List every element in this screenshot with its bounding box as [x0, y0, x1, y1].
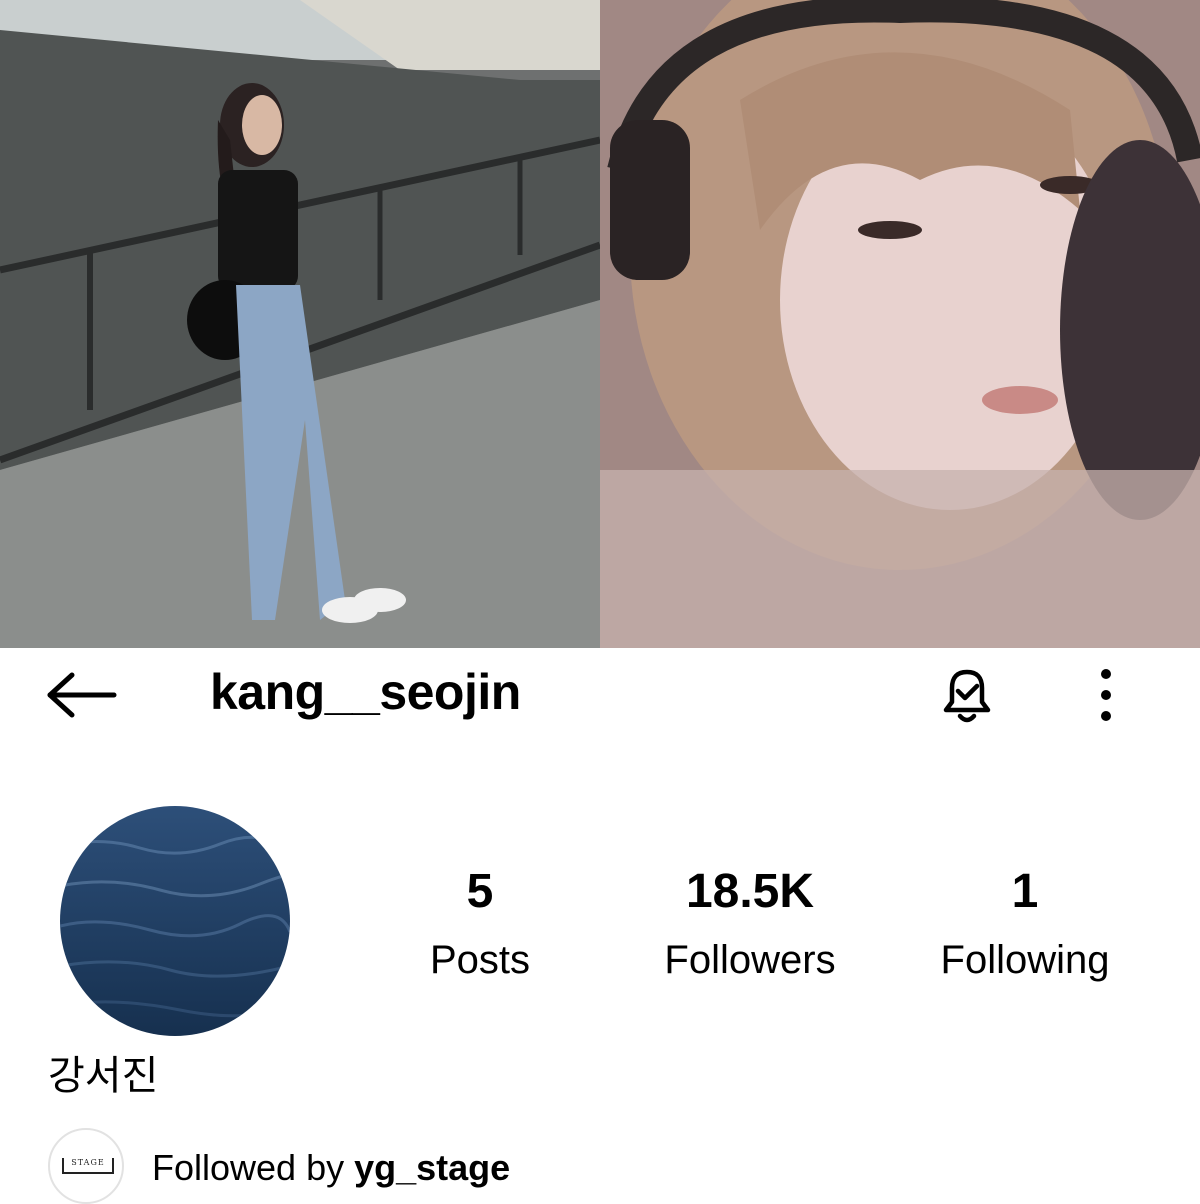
following-count: 1 [1011, 865, 1039, 918]
following-count-stat[interactable]: 1 Following [910, 862, 1140, 988]
post-photo-wall[interactable] [0, 0, 600, 648]
ocean-avatar-image [60, 806, 290, 1036]
posts-count: 5 [466, 865, 494, 918]
profile-username: kang__seojin [210, 664, 521, 720]
followed-by-prefix: Followed by [152, 1147, 355, 1188]
followers-label: Followers [664, 938, 836, 982]
posts-count-stat[interactable]: 5 Posts [400, 862, 560, 988]
profile-avatar[interactable] [60, 806, 290, 1036]
arrow-left-icon[interactable] [46, 672, 118, 718]
followers-count: 18.5K [685, 865, 815, 918]
followed-by-text[interactable]: Followed by yg_stage [152, 1146, 510, 1190]
followers-count-stat[interactable]: 18.5K Followers [630, 862, 870, 988]
photo-collage [0, 0, 1200, 648]
followed-by-account[interactable]: yg_stage [354, 1147, 510, 1188]
profile-header: kang__seojin [0, 650, 1200, 736]
profile-display-name: 강서진 [48, 1053, 159, 1099]
bell-check-icon[interactable] [934, 662, 1000, 728]
stage-logo: STAGE [62, 1158, 114, 1174]
following-label: Following [940, 938, 1110, 982]
more-vertical-icon[interactable] [1090, 666, 1122, 724]
wall-photo-image [0, 0, 600, 648]
post-photo-headphones[interactable] [600, 0, 1200, 648]
followed-by-avatar[interactable]: STAGE [48, 1128, 124, 1204]
headphones-photo-image [600, 0, 1200, 648]
posts-label: Posts [429, 938, 531, 982]
